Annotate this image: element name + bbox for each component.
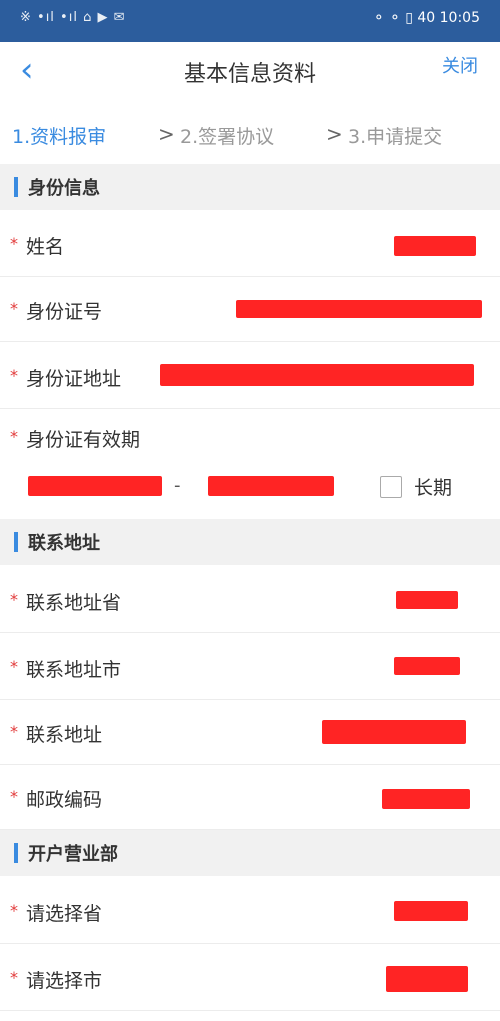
branch-province-label: 请选择省 <box>26 903 103 925</box>
status-bar: ※ •ıl •ıl ⌂ ▶ ✉ ⚬ ⚬ ▯ 40 10:05 <box>0 0 500 42</box>
section-contact: 联系地址 <box>0 519 500 565</box>
id-address-value-redacted <box>160 364 474 386</box>
contact-address-label: 联系地址 <box>26 724 103 746</box>
section-title: 身份信息 <box>28 178 100 199</box>
branch-province-value-redacted <box>394 901 468 921</box>
long-term-label: 长期 <box>414 477 453 499</box>
validity-end-redacted[interactable] <box>208 476 334 496</box>
postcode-row[interactable]: * 邮政编码 <box>0 765 500 830</box>
id-address-label: 身份证地址 <box>26 368 122 390</box>
required-mark: * <box>10 968 18 987</box>
branch-province-row[interactable]: * 请选择省 <box>0 877 500 944</box>
required-mark: * <box>10 234 18 253</box>
validity-separator: - <box>174 475 181 496</box>
section-title: 开户营业部 <box>28 844 118 865</box>
page-title: 基本信息资料 <box>183 62 316 87</box>
contact-province-value-redacted <box>396 591 458 609</box>
id-validity-label: 身份证有效期 <box>26 429 141 451</box>
section-accent-bar <box>14 177 18 197</box>
step-3: 3.申请提交 <box>348 126 443 148</box>
contact-address-value-redacted <box>322 720 466 744</box>
postcode-label: 邮政编码 <box>26 789 103 811</box>
status-bar-left: ※ •ıl •ıl ⌂ ▶ ✉ <box>20 10 126 25</box>
contact-address-row[interactable]: * 联系地址 <box>0 700 500 765</box>
step-indicator: 1.资料报审 > 2.签署协议 > 3.申请提交 <box>0 104 500 162</box>
name-row[interactable]: * 姓名 <box>0 212 500 277</box>
required-mark: * <box>10 299 18 318</box>
id-validity-row: * 身份证有效期 - 长期 <box>0 409 500 520</box>
status-bar-right: ⚬ ⚬ ▯ 40 10:05 <box>372 10 480 26</box>
required-mark: * <box>10 366 18 385</box>
id-address-row[interactable]: * 身份证地址 <box>0 342 500 409</box>
contact-city-label: 联系地址市 <box>26 659 122 681</box>
step-2: 2.签署协议 <box>180 126 275 148</box>
name-label: 姓名 <box>26 236 65 258</box>
chevron-right-icon: > <box>326 122 343 146</box>
id-number-label: 身份证号 <box>26 301 103 323</box>
close-button[interactable]: 关闭 <box>442 52 478 78</box>
contact-province-label: 联系地址省 <box>26 592 122 614</box>
long-term-checkbox[interactable] <box>380 476 402 498</box>
validity-start-redacted[interactable] <box>28 476 162 496</box>
section-identity: 身份信息 <box>0 164 500 210</box>
required-mark: * <box>10 787 18 806</box>
chevron-right-icon: > <box>158 122 175 146</box>
step-1: 1.资料报审 <box>12 126 107 148</box>
section-accent-bar <box>14 532 18 552</box>
section-accent-bar <box>14 843 18 863</box>
section-title: 联系地址 <box>28 533 100 554</box>
name-value-redacted <box>394 236 476 256</box>
required-mark: * <box>10 722 18 741</box>
required-mark: * <box>10 657 18 676</box>
section-branch: 开户营业部 <box>0 830 500 876</box>
branch-city-row[interactable]: * 请选择市 <box>0 944 500 1011</box>
postcode-value-redacted <box>382 789 470 809</box>
contact-city-row[interactable]: * 联系地址市 <box>0 633 500 700</box>
contact-province-row[interactable]: * 联系地址省 <box>0 566 500 633</box>
required-mark: * <box>10 590 18 609</box>
navigation-bar: ‹ 基本信息资料 关闭 <box>0 42 500 105</box>
contact-city-value-redacted <box>394 657 460 675</box>
branch-city-value-redacted <box>386 966 468 992</box>
id-number-value-redacted <box>236 300 482 318</box>
required-mark: * <box>10 427 18 446</box>
id-number-row[interactable]: * 身份证号 <box>0 277 500 342</box>
branch-city-label: 请选择市 <box>26 970 103 992</box>
required-mark: * <box>10 901 18 920</box>
